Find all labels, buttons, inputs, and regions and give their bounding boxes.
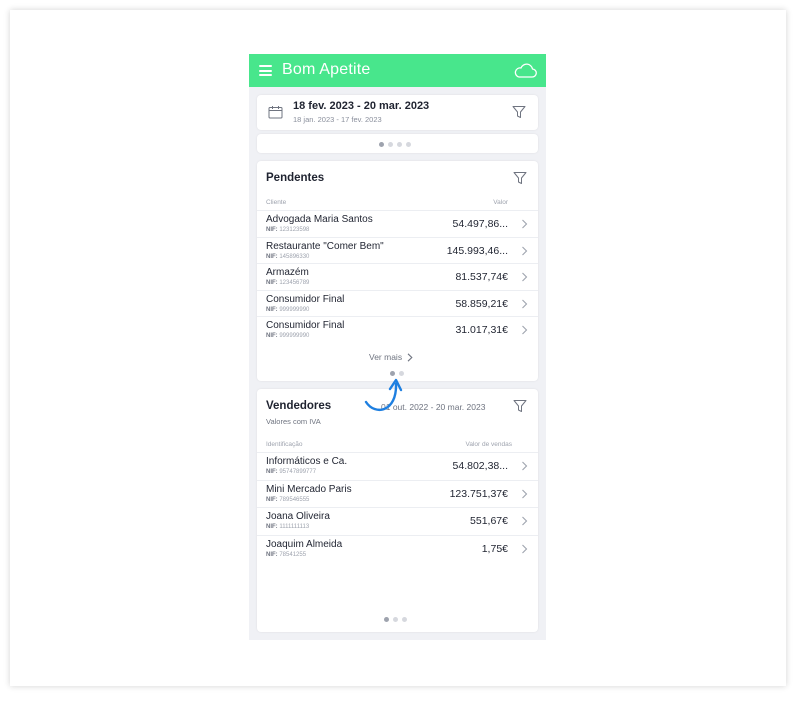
list-item[interactable]: Joaquim Almeida NIF: 78541255 1,75€ [257,534,538,563]
seller-name: Informáticos e Ca. [266,456,348,467]
client-nif: NIF: 123456789 [266,280,310,286]
date-filter-card[interactable]: 18 fev. 2023 - 20 mar. 2023 18 jan. 2023… [257,95,538,130]
client-value: 58.859,21€ [455,297,508,310]
chevron-right-icon[interactable] [521,461,528,471]
chevron-right-icon [407,352,413,362]
seller-value: 54.802,38... [452,460,508,472]
seller-name: Joana Oliveira [266,511,330,522]
chevron-right-icon[interactable] [521,299,528,309]
pendentes-list: Advogada Maria Santos NIF: 123123598 54.… [257,210,538,343]
list-item[interactable]: Armazém NIF: 123456789 81.537,74€ [257,263,538,290]
page-dot[interactable] [384,617,389,622]
seller-name: Mini Mercado Paris [266,483,352,495]
app-title: Bom Apetite [282,61,371,78]
phone-screen: Bom Apetite 18 fev. 2023 - 20 mar. 2023 … [249,54,546,640]
vendedores-title: Vendedores [266,400,332,412]
page-dot[interactable] [379,142,384,147]
page-dot[interactable] [402,617,407,622]
column-header-sales: Valor de vendas [465,441,513,448]
pendentes-title: Pendentes [266,172,325,184]
vendedores-subtitle: Valores com IVA [266,417,321,426]
see-more-link[interactable]: Ver mais [369,352,413,362]
column-header-id: Identificação [266,441,303,448]
chevron-right-icon[interactable] [521,516,528,526]
seller-value: 1,75€ [481,542,508,555]
client-nif: NIF: 145896330 [266,253,310,260]
page-indicator [384,617,407,622]
seller-nif: NIF: 789546555 [266,496,310,503]
chevron-right-icon[interactable] [521,272,528,282]
chevron-right-icon[interactable] [521,219,528,229]
menu-icon[interactable] [259,65,272,76]
list-item[interactable]: Restaurante "Comer Bem" NIF: 145896330 1… [257,236,538,264]
filter-icon[interactable] [513,171,527,185]
list-item[interactable]: Joana Oliveira NIF: 1111111113 551,67€ [257,507,538,535]
seller-nif: NIF: 1111111113 [266,524,310,530]
seller-value: 123.751,37€ [449,487,508,500]
see-more-label: Ver mais [369,352,403,362]
client-nif: NIF: 999999990 [266,333,310,339]
column-header-value: Valor [493,199,508,206]
date-range: 18 fev. 2023 - 20 mar. 2023 [293,100,430,112]
pendentes-card: Pendentes Cliente Valor Advogada Maria S… [257,161,538,381]
client-value: 145.993,46... [446,244,508,257]
swipe-arrow-icon [364,378,403,411]
vendedores-card: Vendedores 01 out. 2022 - 20 mar. 2023 V… [257,389,538,632]
chevron-right-icon[interactable] [521,325,528,335]
cloud-icon[interactable] [513,62,537,79]
client-name: Advogada Maria Santos [266,214,373,225]
list-item[interactable]: Consumidor Final NIF: 999999990 58.859,2… [257,289,538,317]
list-item[interactable]: Informáticos e Ca. NIF: 95747899777 54.8… [257,452,538,480]
list-item[interactable]: Consumidor Final NIF: 999999990 31.017,3… [257,316,538,343]
list-item[interactable]: Advogada Maria Santos NIF: 123123598 54.… [257,210,538,237]
client-name: Consumidor Final [266,293,345,305]
client-name: Restaurante "Comer Bem" [266,240,384,252]
column-header-client: Cliente [266,199,287,206]
page-dot[interactable] [397,142,402,147]
filter-icon[interactable] [513,399,527,413]
client-value: 31.017,31€ [455,324,508,336]
page-dot[interactable] [406,142,411,147]
client-nif: NIF: 123123598 [266,227,310,233]
chevron-right-icon[interactable] [521,544,528,554]
page-dot[interactable] [388,142,393,147]
previous-card-tail [257,134,538,153]
seller-nif: NIF: 95747899777 [266,469,317,475]
app-bar: Bom Apetite [249,54,546,87]
seller-value: 551,67€ [470,515,508,527]
chevron-right-icon[interactable] [521,489,528,499]
page-indicator [379,142,411,147]
compare-range: 18 jan. 2023 - 17 fev. 2023 [293,115,382,124]
filter-icon[interactable] [512,105,526,119]
client-name: Armazém [266,267,309,278]
seller-nif: NIF: 78541255 [266,551,307,558]
page-dot[interactable] [393,617,398,622]
chevron-right-icon[interactable] [521,246,528,256]
client-value: 54.497,86... [452,218,508,230]
calendar-icon [268,106,283,119]
client-nif: NIF: 999999990 [266,306,310,313]
seller-name: Joaquim Almeida [266,538,343,550]
list-item[interactable]: Mini Mercado Paris NIF: 789546555 123.75… [257,479,538,508]
client-value: 81.537,74€ [455,271,508,283]
vendedores-list: Informáticos e Ca. NIF: 95747899777 54.8… [257,452,538,562]
client-name: Consumidor Final [266,320,345,331]
